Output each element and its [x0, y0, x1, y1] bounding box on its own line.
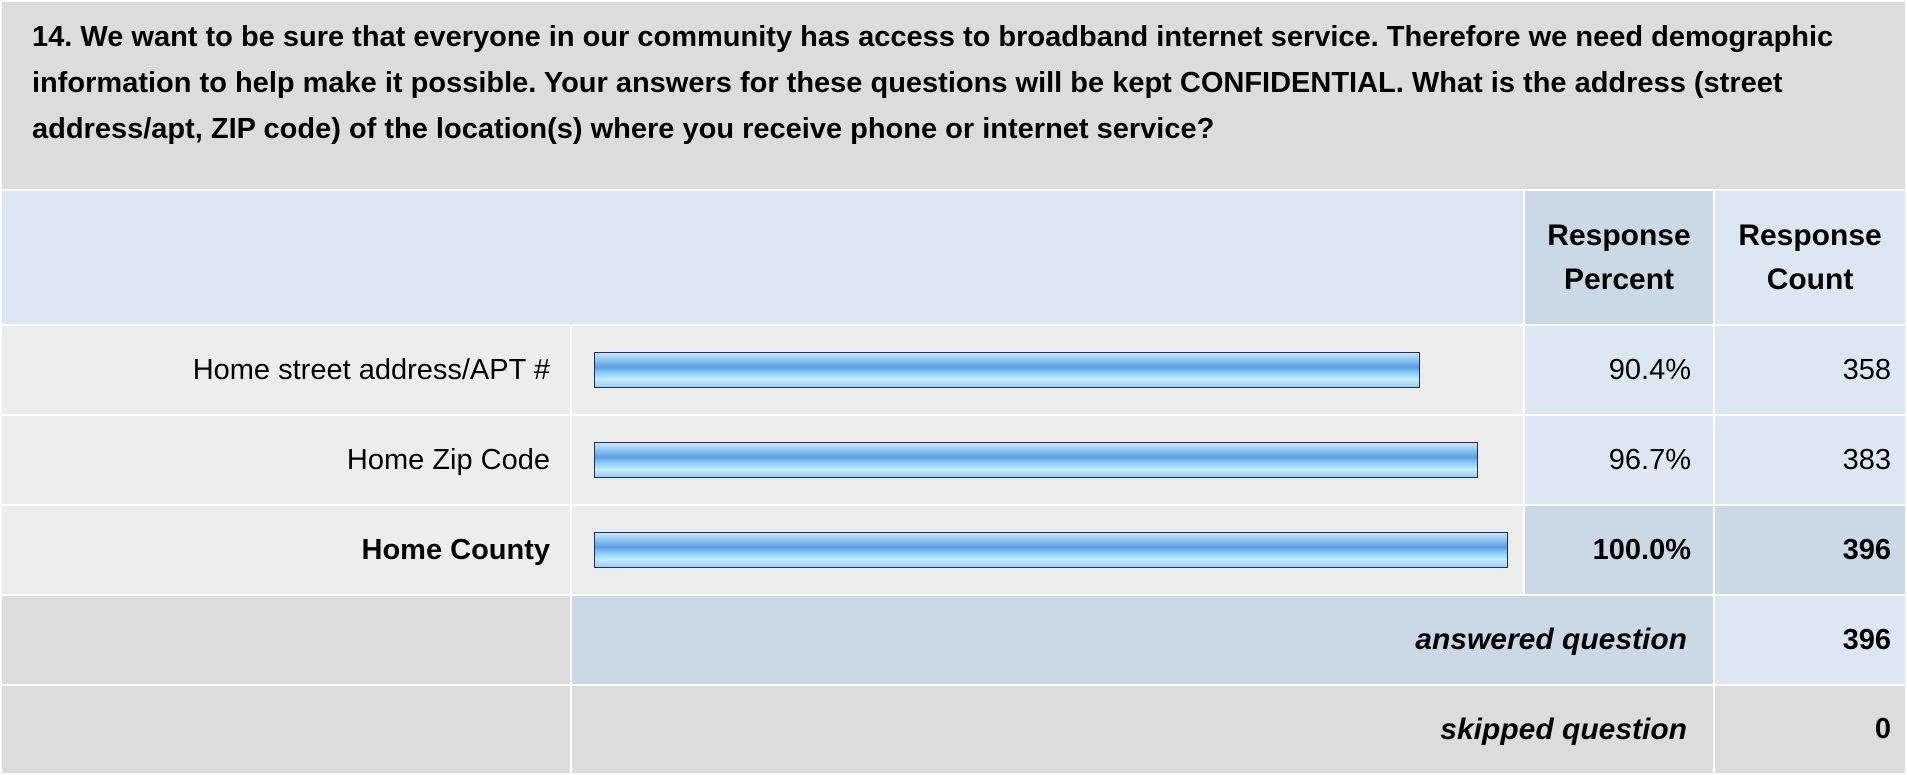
- response-bar: [594, 442, 1478, 478]
- summary-row-skipped: skipped question 0: [0, 684, 1907, 775]
- summary-spacer: [0, 684, 572, 775]
- question-text: 14. We want to be sure that everyone in …: [0, 0, 1907, 191]
- answered-question-label: answered question: [570, 594, 1715, 686]
- skipped-question-value: 0: [1712, 684, 1907, 775]
- response-percent: 96.7%: [1523, 414, 1715, 506]
- skipped-question-label: skipped question: [570, 684, 1715, 775]
- response-count-header: Response Count: [1712, 189, 1907, 326]
- response-bar: [594, 352, 1421, 388]
- response-percent-header: Response Percent: [1523, 189, 1715, 326]
- row-label: Home Zip Code: [0, 414, 572, 506]
- bar-track: [594, 532, 1508, 568]
- bar-track: [594, 352, 1508, 388]
- header-blank: [0, 189, 1525, 326]
- table-row: Home street address/APT # 90.4% 358: [0, 324, 1907, 416]
- survey-results-table: 14. We want to be sure that everyone in …: [0, 0, 1907, 775]
- response-percent: 90.4%: [1523, 324, 1715, 416]
- bar-cell: [570, 414, 1525, 506]
- row-label: Home County: [0, 504, 572, 596]
- response-count: 358: [1712, 324, 1907, 416]
- bar-track: [594, 442, 1508, 478]
- row-label: Home street address/APT #: [0, 324, 572, 416]
- summary-row-answered: answered question 396: [0, 594, 1907, 686]
- table-row: Home Zip Code 96.7% 383: [0, 414, 1907, 506]
- summary-spacer: [0, 594, 572, 686]
- response-count: 383: [1712, 414, 1907, 506]
- response-count: 396: [1712, 504, 1907, 596]
- table-row: Home County 100.0% 396: [0, 504, 1907, 596]
- bar-cell: [570, 504, 1525, 596]
- bar-cell: [570, 324, 1525, 416]
- response-percent: 100.0%: [1523, 504, 1715, 596]
- answered-question-value: 396: [1712, 594, 1907, 686]
- response-bar: [594, 532, 1508, 568]
